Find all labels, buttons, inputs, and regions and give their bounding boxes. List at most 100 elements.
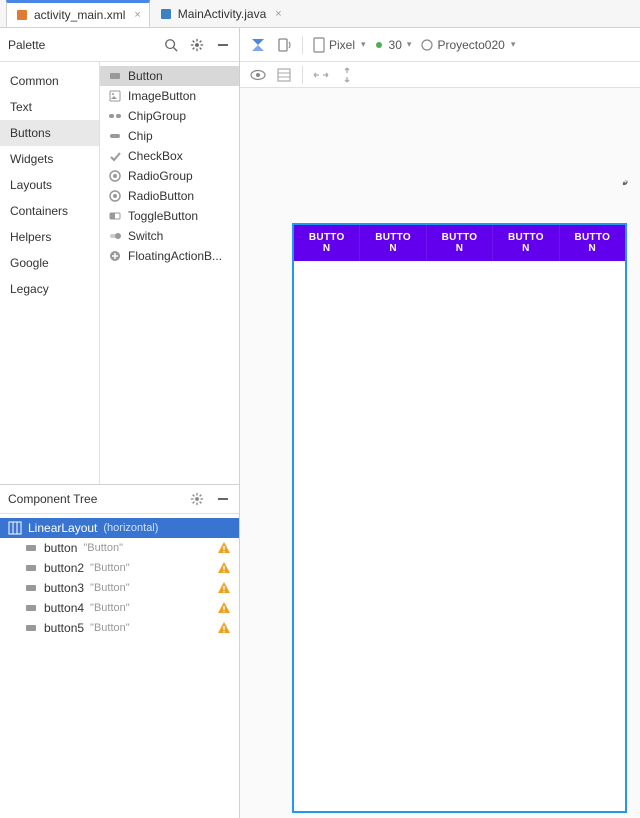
rect-icon xyxy=(24,541,38,555)
device-selector[interactable]: Pixel ▾ xyxy=(313,37,366,53)
palette-widget[interactable]: FloatingActionB... xyxy=(100,246,239,266)
designer-subtoolbar xyxy=(240,62,640,88)
palette-widget[interactable]: Switch xyxy=(100,226,239,246)
tree-detail: "Button" xyxy=(90,622,130,634)
tree-row[interactable]: button4"Button" xyxy=(0,598,239,618)
blueprint-icon[interactable] xyxy=(276,67,292,83)
palette-widget[interactable]: ImageButton xyxy=(100,86,239,106)
theme-selector[interactable]: Proyecto020 ▾ xyxy=(421,38,515,52)
gear-icon[interactable] xyxy=(189,491,205,507)
palette-categories: CommonTextButtonsWidgetsLayoutsContainer… xyxy=(0,62,100,484)
tab-label: activity_main.xml xyxy=(34,8,125,22)
preview-button[interactable]: BUTTON xyxy=(360,225,426,261)
palette-category[interactable]: Google xyxy=(0,250,99,276)
editor-tab[interactable]: MainActivity.java × xyxy=(150,0,291,27)
fab-icon xyxy=(108,249,122,263)
designer-canvas[interactable]: BUTTONBUTTONBUTTONBUTTONBUTTON xyxy=(240,88,640,818)
palette-widget[interactable]: RadioGroup xyxy=(100,166,239,186)
minimize-icon[interactable] xyxy=(215,491,231,507)
warning-icon xyxy=(217,621,231,635)
close-icon[interactable]: × xyxy=(275,8,281,20)
palette-widget[interactable]: ChipGroup xyxy=(100,106,239,126)
palette-widget[interactable]: RadioButton xyxy=(100,186,239,206)
rect-icon xyxy=(108,69,122,83)
tree-row[interactable]: button2 "Button" xyxy=(0,558,239,578)
palette-widget[interactable]: Chip xyxy=(100,126,239,146)
radio-icon xyxy=(108,189,122,203)
warning-icon xyxy=(217,541,231,555)
widget-label: RadioGroup xyxy=(128,169,193,183)
linear-layout-preview[interactable]: BUTTONBUTTONBUTTONBUTTONBUTTON xyxy=(294,225,625,261)
wrench-icon[interactable] xyxy=(616,178,630,195)
radio-icon xyxy=(108,169,122,183)
palette-widget[interactable]: CheckBox xyxy=(100,146,239,166)
chevron-down-icon: ▾ xyxy=(407,39,412,50)
widget-label: Button xyxy=(128,69,163,83)
component-tree-title: Component Tree xyxy=(8,492,97,506)
palette-category[interactable]: Legacy xyxy=(0,276,99,302)
close-icon[interactable]: × xyxy=(134,9,140,21)
designer-pane: Pixel ▾ 30 ▾ Proyecto020 ▾ xyxy=(240,28,640,818)
editor-tab[interactable]: activity_main.xml × xyxy=(6,0,150,27)
tree-label: button3 xyxy=(44,581,84,595)
tree-detail: "Button" xyxy=(83,542,123,554)
tree-row[interactable]: LinearLayout(horizontal) xyxy=(0,518,239,538)
tree-row[interactable]: button5 "Button" xyxy=(0,618,239,638)
tab-label: MainActivity.java xyxy=(178,7,266,21)
palette-category[interactable]: Layouts xyxy=(0,172,99,198)
component-tree-header: Component Tree xyxy=(0,484,239,514)
widget-label: RadioButton xyxy=(128,189,194,203)
chipgroup-icon xyxy=(108,109,122,123)
vertical-arrows-icon[interactable] xyxy=(339,67,355,83)
minimize-icon[interactable] xyxy=(215,37,231,53)
designer-toolbar: Pixel ▾ 30 ▾ Proyecto020 ▾ xyxy=(240,28,640,62)
file-icon xyxy=(159,7,173,21)
design-surface-icon[interactable] xyxy=(250,37,266,53)
warning-icon xyxy=(217,581,231,595)
gear-icon[interactable] xyxy=(189,37,205,53)
palette-title: Palette xyxy=(8,38,45,52)
preview-button[interactable]: BUTTON xyxy=(560,225,625,261)
widget-label: FloatingActionB... xyxy=(128,249,222,263)
palette-category[interactable]: Common xyxy=(0,68,99,94)
tree-label: button4 xyxy=(44,601,84,615)
api-selector[interactable]: 30 ▾ xyxy=(376,38,412,52)
file-icon xyxy=(15,8,29,22)
tree-detail: (horizontal) xyxy=(103,522,158,534)
rect-icon xyxy=(24,581,38,595)
preview-button[interactable]: BUTTON xyxy=(493,225,559,261)
component-tree-body: LinearLayout(horizontal)button"Button"bu… xyxy=(0,514,239,642)
widget-label: CheckBox xyxy=(128,149,183,163)
editor-tabs: activity_main.xml × MainActivity.java × xyxy=(0,0,640,28)
palette-widget[interactable]: ToggleButton xyxy=(100,206,239,226)
tree-row[interactable]: button3 "Button" xyxy=(0,578,239,598)
device-frame[interactable]: BUTTONBUTTONBUTTONBUTTONBUTTON xyxy=(292,223,627,813)
orientation-icon[interactable] xyxy=(276,37,292,53)
palette-widgets: Button ImageButton ChipGroup Chip CheckBox Ra… xyxy=(100,62,239,484)
warning-icon xyxy=(217,601,231,615)
eye-icon[interactable] xyxy=(250,67,266,83)
chevron-down-icon: ▾ xyxy=(361,39,366,50)
layout-icon xyxy=(8,521,22,535)
palette-category[interactable]: Widgets xyxy=(0,146,99,172)
palette-category[interactable]: Buttons xyxy=(0,120,99,146)
preview-button[interactable]: BUTTON xyxy=(427,225,493,261)
preview-button[interactable]: BUTTON xyxy=(294,225,360,261)
palette-category[interactable]: Containers xyxy=(0,198,99,224)
tree-row[interactable]: button "Button" xyxy=(0,538,239,558)
tree-label: button2 xyxy=(44,561,84,575)
tree-label: button5 xyxy=(44,621,84,635)
tree-label: button xyxy=(44,541,77,555)
widget-label: ChipGroup xyxy=(128,109,186,123)
search-icon[interactable] xyxy=(163,37,179,53)
palette-widget[interactable]: Button xyxy=(100,66,239,86)
horizontal-arrows-icon[interactable] xyxy=(313,67,329,83)
palette-category[interactable]: Text xyxy=(0,94,99,120)
tree-detail: "Button" xyxy=(90,582,130,594)
palette-header: Palette xyxy=(0,28,239,62)
warning-icon xyxy=(217,561,231,575)
widget-label: ImageButton xyxy=(128,89,196,103)
tree-detail: "Button" xyxy=(90,562,130,574)
chip-icon xyxy=(108,129,122,143)
palette-category[interactable]: Helpers xyxy=(0,224,99,250)
